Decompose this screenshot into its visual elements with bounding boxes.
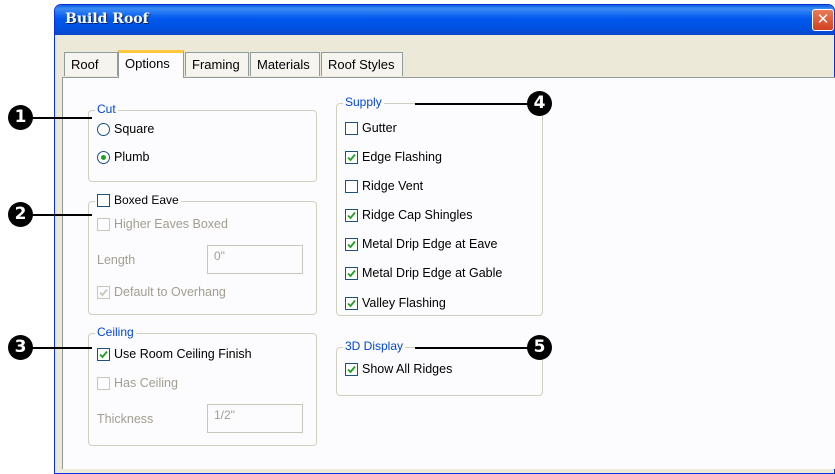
default-to-overhang-checkbox[interactable]: Default to Overhang <box>97 285 226 299</box>
checkbox[interactable] <box>97 217 110 231</box>
tab-materials[interactable]: Materials <box>250 52 320 76</box>
checkbox[interactable] <box>345 266 358 280</box>
callout-2: 2 <box>8 202 33 227</box>
thickness-input[interactable]: 1/2" <box>207 404 303 433</box>
cut-square-option[interactable]: Square <box>97 122 154 136</box>
callout-leader-3 <box>24 347 92 349</box>
checkbox-label: Valley Flashing <box>362 296 446 310</box>
higher-eaves-boxed-checkbox[interactable]: Higher Eaves Boxed <box>97 217 228 231</box>
checkbox-label: Boxed Eave <box>114 193 179 207</box>
checkbox-label: Ridge Vent <box>362 179 424 193</box>
callout-leader-4 <box>415 103 530 105</box>
cut-group <box>88 110 317 182</box>
metal-drip-edge-gable-checkbox[interactable]: Metal Drip Edge at Gable <box>345 266 502 280</box>
has-ceiling-checkbox[interactable]: Has Ceiling <box>97 376 178 390</box>
show-all-ridges-checkbox[interactable]: Show All Ridges <box>345 362 452 376</box>
checkbox-label: Gutter <box>362 121 397 135</box>
callout-3: 3 <box>8 335 33 360</box>
gutter-checkbox[interactable]: Gutter <box>345 121 397 135</box>
cut-legend: Cut <box>95 102 118 116</box>
checkbox-label: Show All Ridges <box>362 362 453 376</box>
checkbox-label: Has Ceiling <box>114 376 178 390</box>
checkbox-label: Metal Drip Edge at Eave <box>362 237 498 251</box>
check-mark-icon <box>99 288 108 296</box>
checkbox[interactable] <box>345 362 358 376</box>
close-icon: ✕ <box>816 10 830 28</box>
checkbox-label: Higher Eaves Boxed <box>114 217 228 231</box>
checkbox[interactable] <box>97 285 110 299</box>
checkbox-label: Use Room Ceiling Finish <box>114 347 252 361</box>
length-value: 0" <box>214 249 225 263</box>
cut-plumb-option[interactable]: Plumb <box>97 150 149 164</box>
radio-label: Square <box>114 122 155 136</box>
checkbox-label: Metal Drip Edge at Gable <box>362 266 503 280</box>
check-mark-icon <box>347 240 356 248</box>
checkbox[interactable] <box>345 296 358 310</box>
radio-button[interactable] <box>97 150 110 164</box>
tab-label: Framing <box>192 57 240 72</box>
tab-options[interactable]: Options <box>118 50 184 78</box>
checkbox[interactable] <box>345 179 358 193</box>
title-bar[interactable]: Build Roof ✕ <box>55 5 834 35</box>
callout-leader-1 <box>24 117 92 119</box>
radio-selected-dot <box>101 154 106 160</box>
thickness-label: Thickness <box>97 412 154 426</box>
tab-label: Options <box>125 56 170 71</box>
ridge-vent-checkbox[interactable]: Ridge Vent <box>345 179 423 193</box>
checkbox-label: Default to Overhang <box>114 285 226 299</box>
callout-1: 1 <box>8 105 33 130</box>
tab-label: Materials <box>257 57 310 72</box>
checkbox[interactable] <box>97 347 110 361</box>
checkbox[interactable] <box>345 150 358 164</box>
ceiling-legend: Ceiling <box>95 325 136 339</box>
use-room-ceiling-finish-checkbox[interactable]: Use Room Ceiling Finish <box>97 347 252 361</box>
tab-roof-styles[interactable]: Roof Styles <box>321 52 403 76</box>
callout-leader-2 <box>24 214 92 216</box>
checkbox[interactable] <box>97 376 110 390</box>
valley-flashing-checkbox[interactable]: Valley Flashing <box>345 296 446 310</box>
check-mark-icon <box>347 211 356 219</box>
edge-flashing-checkbox[interactable]: Edge Flashing <box>345 150 442 164</box>
close-button[interactable]: ✕ <box>812 9 834 31</box>
tab-roof[interactable]: Roof <box>64 52 118 76</box>
ridge-cap-shingles-checkbox[interactable]: Ridge Cap Shingles <box>345 208 473 222</box>
metal-drip-edge-eave-checkbox[interactable]: Metal Drip Edge at Eave <box>345 237 498 251</box>
checkbox[interactable] <box>345 237 358 251</box>
checkbox[interactable] <box>345 121 358 135</box>
boxed-eave-checkbox[interactable]: Boxed Eave <box>95 193 181 207</box>
check-mark-icon <box>99 350 108 358</box>
window-title: Build Roof <box>65 11 149 27</box>
length-label: Length <box>97 253 136 267</box>
checkbox-label: Edge Flashing <box>362 150 442 164</box>
supply-legend: Supply <box>343 95 384 109</box>
tab-label: Roof Styles <box>328 57 395 72</box>
radio-button[interactable] <box>97 122 110 136</box>
check-mark-icon <box>347 269 356 277</box>
checkbox[interactable] <box>97 193 110 207</box>
check-mark-icon <box>347 365 356 373</box>
3d-display-legend: 3D Display <box>343 339 406 353</box>
callout-leader-5 <box>415 347 530 349</box>
check-mark-icon <box>347 153 356 161</box>
radio-label: Plumb <box>114 150 150 164</box>
tab-framing[interactable]: Framing <box>185 52 249 76</box>
length-input[interactable]: 0" <box>207 245 303 274</box>
checkbox-label: Ridge Cap Shingles <box>362 208 473 222</box>
callout-5: 5 <box>527 335 552 360</box>
thickness-value: 1/2" <box>214 408 235 422</box>
check-mark-icon <box>347 299 356 307</box>
tab-label: Roof <box>71 57 99 72</box>
callout-4: 4 <box>527 91 552 116</box>
checkbox[interactable] <box>345 208 358 222</box>
